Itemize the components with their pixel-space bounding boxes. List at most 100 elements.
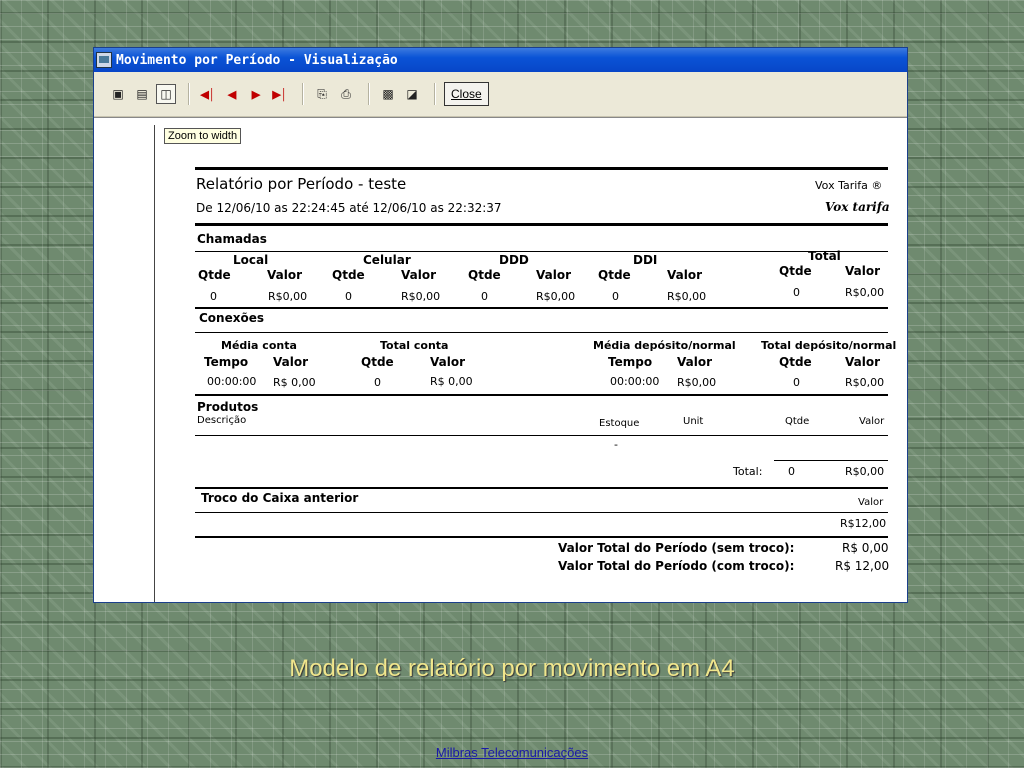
header-valor: Valor — [536, 268, 572, 282]
total-com-troco-value: R$ 12,00 — [835, 559, 890, 573]
total-valor: R$0,00 — [845, 465, 885, 478]
divider — [195, 167, 888, 170]
toolbar-separator — [368, 83, 370, 105]
value-local-qtde: 0 — [210, 290, 217, 303]
value-total-valor: R$0,00 — [845, 286, 885, 299]
total-label: Total: — [733, 465, 763, 478]
header-tempo: Tempo — [204, 355, 249, 369]
header-valor: Valor — [859, 416, 885, 427]
open-folder-icon[interactable]: ◪ — [402, 84, 422, 104]
value-local-valor: R$0,00 — [268, 290, 308, 303]
save-icon[interactable]: ▩ — [378, 84, 398, 104]
zoom-to-width-icon[interactable]: ◫ — [156, 84, 176, 104]
divider — [195, 251, 888, 252]
value-ddi-qtde: 0 — [612, 290, 619, 303]
value-media-conta-tempo: 00:00:00 — [207, 375, 257, 388]
window-icon — [96, 52, 112, 68]
header-valor: Valor — [267, 268, 303, 282]
total-sem-troco-value: R$ 0,00 — [842, 541, 889, 555]
header-valor: Valor — [677, 355, 713, 369]
value-celular-valor: R$0,00 — [401, 290, 441, 303]
section-conexoes: Conexões — [199, 311, 264, 325]
brand-logo: Vox tarifa — [825, 200, 890, 214]
value-celular-qtde: 0 — [345, 290, 352, 303]
value-ddd-qtde: 0 — [481, 290, 488, 303]
value-total-conta-valor: R$ 0,00 — [430, 375, 473, 388]
brand-text: Vox Tarifa ® — [815, 179, 883, 192]
divider — [195, 223, 888, 226]
divider — [195, 394, 888, 396]
header-qtde: Qtde — [468, 268, 501, 282]
header-valor: Valor — [401, 268, 437, 282]
header-valor: Valor — [845, 355, 881, 369]
divider — [774, 460, 888, 461]
header-descricao: Descrição — [197, 415, 247, 426]
report-period: De 12/06/10 as 22:24:45 até 12/06/10 as … — [196, 201, 502, 215]
produtos-empty-mark: - — [614, 438, 618, 451]
print-setup-icon[interactable]: ⎘ — [312, 84, 332, 104]
header-estoque: Estoque — [599, 418, 640, 429]
value-media-conta-valor: R$ 0,00 — [273, 376, 316, 389]
multi-page-icon[interactable]: ▤ — [132, 84, 152, 104]
next-page-icon[interactable]: ▶ — [246, 84, 266, 104]
report-title: Relatório por Período - teste — [196, 175, 407, 193]
toolbar-separator — [188, 83, 190, 105]
header-unit: Unit — [683, 416, 704, 427]
value-total-conta-qtde: 0 — [374, 376, 381, 389]
toolbar-separator — [302, 83, 304, 105]
value-media-deposito-valor: R$0,00 — [677, 376, 717, 389]
divider — [195, 435, 888, 436]
header-qtde: Qtde — [361, 355, 394, 369]
report-preview-window: Movimento por Período - Visualização ▣ ▤… — [93, 47, 908, 603]
close-button[interactable]: Close — [444, 82, 489, 106]
print-icon[interactable]: ⎙ — [336, 84, 356, 104]
header-total-conta: Total conta — [380, 339, 449, 352]
header-qtde: Qtde — [332, 268, 365, 282]
group-local: Local — [233, 253, 269, 267]
value-ddi-valor: R$0,00 — [667, 290, 707, 303]
first-page-icon[interactable]: ◀│ — [198, 84, 218, 104]
header-qtde: Qtde — [198, 268, 231, 282]
header-qtde: Qtde — [779, 264, 812, 278]
header-valor: Valor — [273, 355, 309, 369]
title-bar[interactable]: Movimento por Período - Visualização — [94, 48, 907, 72]
report-page: Relatório por Período - teste Vox Tarifa… — [154, 125, 897, 602]
single-page-icon[interactable]: ▣ — [108, 84, 128, 104]
header-valor: Valor — [858, 497, 884, 508]
last-page-icon[interactable]: ▶│ — [270, 84, 290, 104]
toolbar: ▣ ▤ ◫ ◀│ ◀ ▶ ▶│ ⎘ ⎙ ▩ ◪ Close — [94, 72, 907, 117]
group-ddi: DDI — [633, 253, 658, 267]
divider — [195, 307, 888, 309]
value-ddd-valor: R$0,00 — [536, 290, 576, 303]
group-total: Total — [808, 249, 841, 263]
preview-area[interactable]: Relatório por Período - teste Vox Tarifa… — [94, 117, 907, 602]
section-chamadas: Chamadas — [197, 232, 267, 246]
header-total-deposito: Total depósito/normal — [761, 339, 897, 352]
total-com-troco-label: Valor Total do Período (com troco): — [558, 559, 795, 573]
divider — [195, 332, 888, 333]
slide-caption: Modelo de relatório por movimento em A4 — [289, 655, 735, 682]
troco-valor: R$12,00 — [840, 517, 887, 530]
value-total-deposito-qtde: 0 — [793, 376, 800, 389]
divider — [195, 512, 888, 513]
value-total-deposito-valor: R$0,00 — [845, 376, 885, 389]
total-qtde: 0 — [788, 465, 795, 478]
header-valor: Valor — [845, 264, 881, 278]
header-qtde: Qtde — [598, 268, 631, 282]
value-media-deposito-tempo: 00:00:00 — [610, 375, 660, 388]
footer-link[interactable]: Milbras Telecomunicações — [0, 745, 1024, 760]
previous-page-icon[interactable]: ◀ — [222, 84, 242, 104]
header-tempo: Tempo — [608, 355, 653, 369]
divider — [195, 536, 888, 538]
toolbar-separator — [434, 83, 436, 105]
divider — [195, 487, 888, 489]
total-sem-troco-label: Valor Total do Período (sem troco): — [558, 541, 795, 555]
header-qtde: Qtde — [785, 416, 810, 427]
zoom-tooltip: Zoom to width — [164, 128, 242, 144]
value-total-qtde: 0 — [793, 286, 800, 299]
section-produtos: Produtos — [197, 400, 259, 414]
header-media-conta: Média conta — [221, 339, 297, 352]
group-ddd: DDD — [499, 253, 529, 267]
window-title: Movimento por Período - Visualização — [116, 52, 398, 68]
group-celular: Celular — [363, 253, 411, 267]
